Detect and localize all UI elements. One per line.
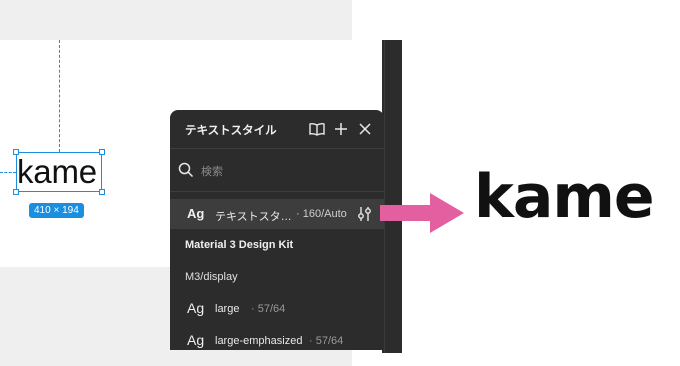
panel-title: テキストスタイル <box>185 125 277 137</box>
style-preview-ag: Ag <box>187 300 205 316</box>
close-icon[interactable] <box>356 120 374 138</box>
style-meta: · 57/64 <box>251 303 286 315</box>
vertical-guide <box>59 40 60 152</box>
style-preview-ag: Ag <box>187 206 205 221</box>
resize-handle-bottom-left[interactable] <box>13 189 19 195</box>
dimension-badge: 410 × 194 <box>29 203 84 218</box>
style-name: large-emphasized <box>215 335 303 347</box>
search-icon <box>178 162 194 183</box>
horizontal-guide <box>0 172 16 173</box>
list-item[interactable]: Ag large-emphasized · 57/64 <box>170 328 384 350</box>
group-heading[interactable]: M3/display <box>185 271 238 283</box>
style-preview-ag: Ag <box>187 332 205 348</box>
adjust-style-icon[interactable] <box>357 205 373 228</box>
header-divider <box>170 148 384 149</box>
list-item[interactable]: Ag large · 57/64 <box>170 294 384 322</box>
book-icon[interactable] <box>308 120 326 138</box>
panel-header: テキストスタイル <box>170 110 384 148</box>
style-name: テキストスタ… <box>215 211 292 223</box>
arrow-right-icon <box>380 192 466 239</box>
style-meta: · 57/64 <box>309 335 344 347</box>
plus-icon[interactable] <box>332 120 350 138</box>
resize-handle-bottom-right[interactable] <box>99 189 105 195</box>
resize-handle-top-left[interactable] <box>13 149 19 155</box>
selection-box[interactable] <box>16 152 102 192</box>
style-meta: · 160/Auto <box>296 208 347 220</box>
text-styles-panel: テキストスタイル 検索 Ag テキストスタ… · 160/Auto Materi… <box>170 110 384 350</box>
resize-handle-top-right[interactable] <box>99 149 105 155</box>
search-divider <box>170 191 384 192</box>
style-name: large <box>215 303 240 315</box>
kame-logo-text: kame <box>474 162 655 232</box>
library-heading[interactable]: Material 3 Design Kit <box>185 239 293 251</box>
search-placeholder: 検索 <box>201 166 223 178</box>
